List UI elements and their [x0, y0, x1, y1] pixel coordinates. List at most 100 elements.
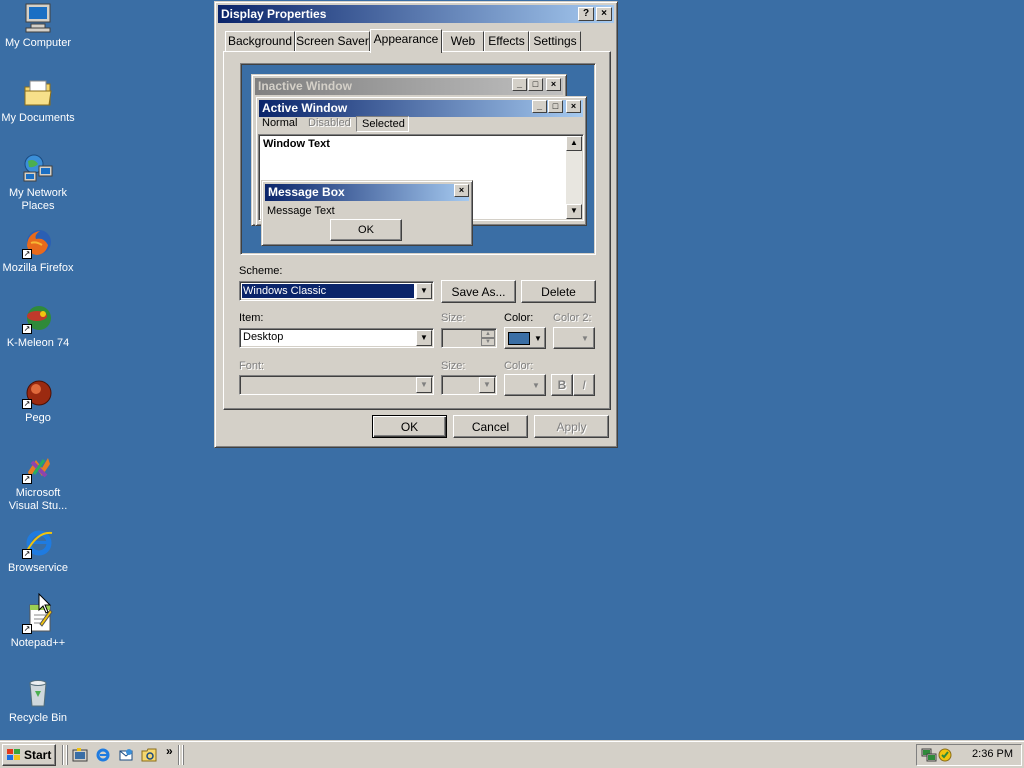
- chevron-down-icon: ▼: [581, 333, 589, 343]
- desktop-icon-my-documents[interactable]: My Documents: [0, 77, 76, 125]
- bold-button: B: [551, 374, 573, 396]
- minimize-icon: _: [532, 100, 547, 113]
- windows-logo-icon: [7, 749, 20, 760]
- color-picker-button[interactable]: ▼: [504, 327, 546, 349]
- italic-button: I: [573, 374, 595, 396]
- maximize-icon: □: [548, 100, 563, 113]
- taskbar-separator: [62, 745, 64, 765]
- mouse-cursor-icon: [38, 592, 52, 618]
- recycle-bin-icon: [22, 677, 54, 709]
- tasklist-grip: [182, 745, 184, 765]
- desktop-icon-label: K-Meleon 74: [6, 337, 70, 349]
- tab-settings[interactable]: Settings: [529, 31, 581, 52]
- scheme-label: Scheme:: [239, 265, 283, 277]
- k-meleon-icon: ↗: [22, 302, 54, 334]
- desktop-icon-k-meleon[interactable]: ↗ K-Meleon 74: [0, 302, 76, 350]
- security-tray-icon[interactable]: [937, 747, 953, 766]
- shortcut-arrow-icon: ↗: [22, 549, 32, 559]
- desktop-icon-mozilla-firefox[interactable]: ↗ Mozilla Firefox: [0, 227, 76, 275]
- close-icon: ×: [566, 100, 581, 113]
- internet-explorer-icon: ↗: [22, 527, 54, 559]
- chevron-down-icon[interactable]: ▼: [416, 283, 432, 299]
- chevron-down-icon[interactable]: ▼: [416, 330, 432, 346]
- close-icon: ×: [546, 78, 561, 91]
- display-properties-dialog: Display Properties ? × Background Screen…: [214, 1, 618, 448]
- shortcut-arrow-icon: ↗: [22, 624, 32, 634]
- firefox-icon: ↗: [22, 227, 54, 259]
- network-tray-icon[interactable]: [921, 747, 937, 766]
- item-value: Desktop: [243, 331, 284, 343]
- color-swatch: [508, 331, 530, 345]
- network-places-icon: [22, 152, 54, 184]
- start-label: Start: [24, 748, 52, 762]
- start-button[interactable]: Start: [2, 744, 56, 766]
- spin-down-icon: ▼: [481, 338, 495, 346]
- item-select[interactable]: Desktop ▼: [239, 328, 434, 348]
- spin-up-icon: ▲: [481, 330, 495, 338]
- font-size-select: ▼: [441, 375, 497, 395]
- tab-screen-saver[interactable]: Screen Saver: [295, 31, 370, 52]
- cancel-button[interactable]: Cancel: [453, 415, 528, 438]
- preview-menu-disabled: Disabled: [308, 117, 351, 129]
- preview-message-ok-button: OK: [330, 219, 402, 241]
- desktop-icon-browservice[interactable]: ↗ Browservice: [0, 527, 76, 575]
- shortcut-arrow-icon: ↗: [22, 324, 32, 334]
- system-tray: 2:36 PM: [916, 744, 1022, 766]
- desktop-icon-pego[interactable]: ↗ Pego: [0, 377, 76, 425]
- desktop-icon-label: My Network Places: [8, 187, 68, 212]
- visual-studio-icon: ↗: [22, 452, 54, 484]
- desktop-icon-recycle-bin[interactable]: Recycle Bin: [0, 677, 76, 725]
- color2-picker-button: ▼: [553, 327, 595, 349]
- tab-background[interactable]: Background: [225, 31, 295, 52]
- quicklaunch-explorer-icon[interactable]: [141, 747, 157, 766]
- desktop-icon-my-computer[interactable]: My Computer: [0, 2, 76, 50]
- documents-folder-icon: [22, 77, 54, 109]
- appearance-preview[interactable]: Inactive Window _ □ × Active Window _ □ …: [240, 63, 596, 255]
- scheme-value: Windows Classic: [242, 284, 414, 298]
- quicklaunch-chevron[interactable]: »: [166, 744, 173, 758]
- desktop-icon-label: Pego: [25, 412, 51, 424]
- taskbar-separator: [178, 745, 180, 765]
- quicklaunch-outlook-express-icon[interactable]: [118, 747, 134, 766]
- save-as-button[interactable]: Save As...: [441, 280, 516, 303]
- minimize-icon: _: [512, 78, 527, 91]
- chevron-down-icon: ▼: [416, 377, 432, 393]
- size-spinner: ▲ ▼: [441, 328, 497, 348]
- chevron-down-icon: ▼: [534, 333, 542, 343]
- tab-effects[interactable]: Effects: [484, 31, 529, 52]
- dialog-title-bar[interactable]: Display Properties ? ×: [218, 5, 614, 23]
- desktop-icon-label: Microsoft Visual Stu...: [8, 487, 68, 512]
- scroll-down-arrow-icon: ▼: [566, 204, 582, 219]
- delete-button[interactable]: Delete: [521, 280, 596, 303]
- preview-scrollbar: ▲ ▼: [566, 136, 582, 219]
- item-label: Item:: [239, 312, 264, 324]
- desktop-icon-label: My Computer: [4, 37, 72, 49]
- close-button[interactable]: ×: [596, 7, 612, 21]
- shortcut-arrow-icon: ↗: [22, 249, 32, 259]
- clock[interactable]: 2:36 PM: [972, 748, 1013, 760]
- computer-icon: [22, 2, 54, 34]
- font-select: ▼: [239, 375, 434, 395]
- help-button[interactable]: ?: [578, 7, 594, 21]
- shortcut-arrow-icon: ↗: [22, 474, 32, 484]
- chevron-down-icon: ▼: [532, 380, 540, 390]
- ok-button[interactable]: OK: [372, 415, 447, 438]
- tab-appearance[interactable]: Appearance: [370, 29, 442, 53]
- font-label: Font:: [239, 360, 265, 372]
- preview-menu-selected: Selected: [356, 116, 409, 132]
- maximize-icon: □: [528, 78, 543, 91]
- desktop-icon-visual-studio[interactable]: ↗ Microsoft Visual Stu...: [0, 452, 76, 513]
- tab-web[interactable]: Web: [442, 31, 484, 52]
- desktop-icon-my-network-places[interactable]: My Network Places: [0, 152, 76, 213]
- appearance-tab-panel: Inactive Window _ □ × Active Window _ □ …: [223, 51, 611, 410]
- quicklaunch-internet-explorer-icon[interactable]: [95, 747, 111, 766]
- scheme-select[interactable]: Windows Classic ▼: [239, 281, 434, 301]
- preview-window-text: Window Text: [263, 138, 330, 150]
- font-size-label: Size:: [441, 360, 466, 372]
- color2-label: Color 2:: [553, 312, 592, 324]
- preview-message-box: Message Box × Message Text OK: [261, 180, 473, 246]
- quicklaunch-grip: [66, 745, 68, 765]
- quicklaunch-show-desktop-icon[interactable]: [72, 747, 88, 766]
- dialog-title: Display Properties: [221, 7, 327, 21]
- desktop-icon-label: Notepad++: [10, 637, 66, 649]
